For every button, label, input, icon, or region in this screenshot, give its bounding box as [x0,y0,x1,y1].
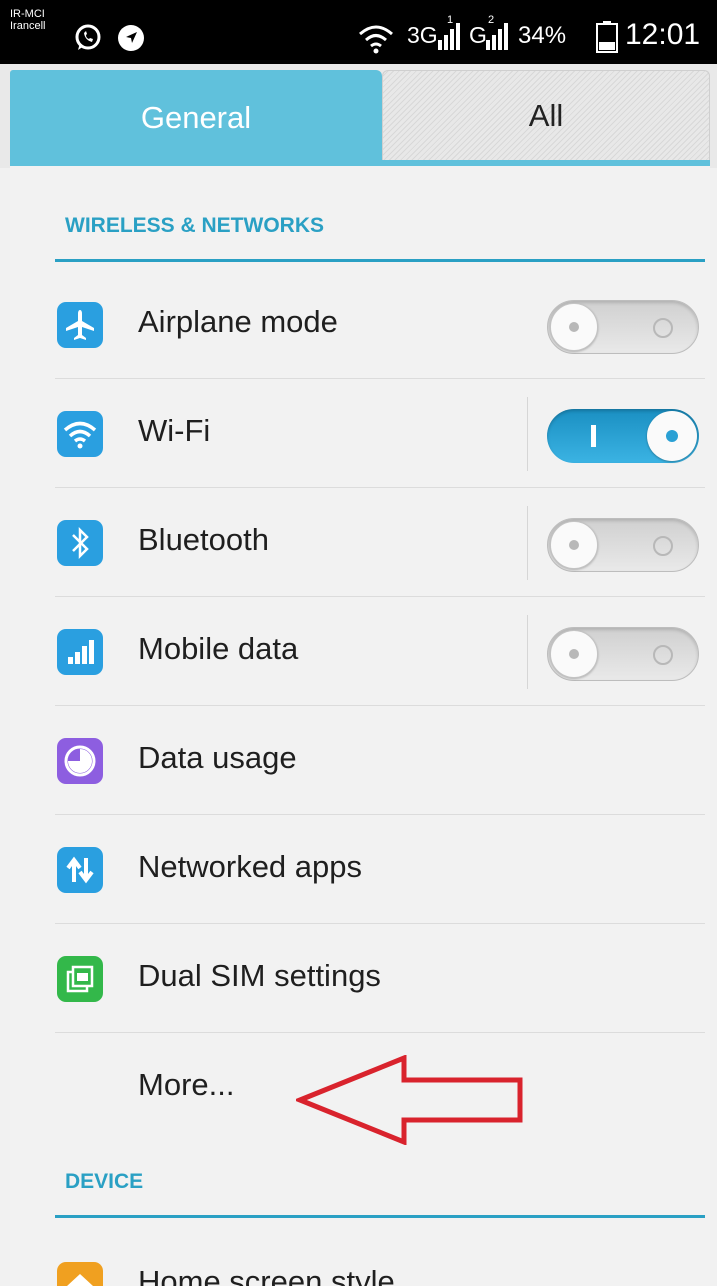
dual-sim-icon [57,956,103,1002]
row-label: Networked apps [138,849,363,884]
row-bluetooth[interactable]: Bluetooth [55,488,705,597]
airplane-toggle[interactable] [547,300,699,354]
network-type: 3G [407,22,438,48]
row-airplane-mode[interactable]: Airplane mode [55,270,705,379]
toggle-knob [647,411,697,461]
sim1-label: 1 [447,14,454,26]
section-header-device: DEVICE [65,1170,144,1193]
section-divider [55,259,705,262]
row-dual-sim[interactable]: Dual SIM settings [55,924,705,1033]
tab-general[interactable]: General [10,70,382,170]
toggle-ring [653,318,673,338]
arrow-annotation [296,1055,523,1145]
toggle-ring [653,645,673,665]
row-label: Data usage [138,740,297,775]
row-mobile-data[interactable]: Mobile data [55,597,705,706]
row-label: More... [138,1067,235,1102]
row-wifi[interactable]: Wi-Fi [55,379,705,488]
row-separator [527,506,528,580]
section-header-wireless: WIRELESS & NETWORKS [65,214,325,237]
row-separator [527,397,528,471]
row-networked-apps[interactable]: Networked apps [55,815,705,924]
wifi-icon [359,25,393,54]
sim2-label: 2 [488,14,495,26]
tab-all-label: All [528,97,564,133]
carrier-name-2: Irancell [10,20,46,32]
wifi-toggle[interactable] [547,409,699,463]
whatsapp-icon [75,24,101,50]
carrier-name-1: IR-MCI [10,8,45,20]
battery-percent: 34% [518,22,567,49]
bluetooth-toggle[interactable] [547,518,699,572]
navigation-icon [118,25,144,51]
carrier-label: IR-MCI Irancell [10,8,45,32]
row-label: Airplane mode [138,304,338,339]
row-home-screen-style[interactable]: Home screen style [55,1216,705,1286]
status-bar: IR-MCI Irancell 3G 1 G 2 34% 12:01 [0,0,717,64]
toggle-knob [550,521,598,569]
toggle-ring [653,536,673,556]
data-usage-icon [57,738,103,784]
mobile-data-toggle[interactable] [547,627,699,681]
toggle-knob [550,630,598,678]
toggle-on-mark [591,425,596,447]
airplane-icon [57,302,103,348]
row-label: Home screen style [138,1264,395,1286]
row-label: Wi-Fi [138,413,211,448]
row-label: Dual SIM settings [138,958,381,993]
wifi-icon [57,411,103,457]
tab-all[interactable]: All [382,70,710,160]
row-separator [527,615,528,689]
mobile-data-icon [57,629,103,675]
tab-bar: General All [0,64,717,170]
bluetooth-icon [57,520,103,566]
home-icon [57,1262,103,1286]
battery-icon [596,21,618,53]
tab-general-label: General [140,100,252,135]
networked-apps-icon [57,847,103,893]
clock: 12:01 [625,18,701,51]
toggle-knob [550,303,598,351]
row-data-usage[interactable]: Data usage [55,706,705,815]
row-label: Mobile data [138,631,299,666]
row-label: Bluetooth [138,522,269,557]
